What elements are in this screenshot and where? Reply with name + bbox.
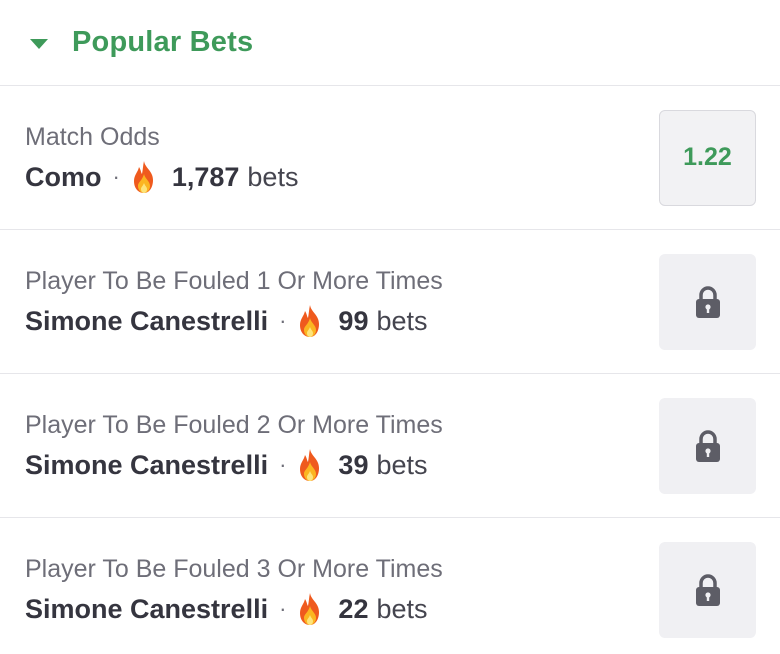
separator-dot: · — [279, 307, 287, 333]
bet-row: Player To Be Fouled 1 Or More Times Simo… — [0, 230, 780, 374]
market-name: Player To Be Fouled 2 Or More Times — [25, 410, 443, 439]
fire-icon — [300, 304, 320, 337]
bets-label: bets — [376, 593, 428, 624]
bet-info: Match Odds Como · 1,787 bets — [25, 122, 298, 194]
separator-dot: · — [112, 163, 120, 189]
bet-row: Player To Be Fouled 2 Or More Times Simo… — [0, 374, 780, 518]
caret-down-icon[interactable] — [30, 38, 48, 49]
lock-icon — [695, 285, 720, 318]
market-name: Player To Be Fouled 3 Or More Times — [25, 554, 443, 583]
odds-button[interactable]: 1.22 — [659, 109, 756, 206]
fire-icon — [300, 448, 320, 481]
bets-label: bets — [376, 449, 428, 480]
section-title: Popular Bets — [72, 26, 254, 58]
bet-row: Match Odds Como · 1,787 bets 1.22 — [0, 86, 780, 230]
selection-line: Simone Canestrelli · 99 bets — [25, 304, 443, 338]
bets-count: 1,787 — [171, 161, 240, 192]
fire-icon — [300, 592, 320, 625]
selection-name: Simone Canestrelli — [25, 449, 269, 480]
selection-line: Como · 1,787 bets — [25, 160, 298, 194]
market-name: Match Odds — [25, 122, 160, 151]
selection-line: Simone Canestrelli · 39 bets — [25, 448, 443, 482]
lock-icon — [695, 573, 720, 606]
selection-line: Simone Canestrelli · 22 bets — [25, 592, 443, 626]
market-name: Player To Be Fouled 1 Or More Times — [25, 266, 443, 295]
bets-count: 22 — [338, 593, 369, 624]
bet-row: Player To Be Fouled 3 Or More Times Simo… — [0, 518, 780, 654]
locked-odds-button[interactable] — [659, 253, 756, 350]
bet-info: Player To Be Fouled 3 Or More Times Simo… — [25, 554, 443, 626]
bet-info: Player To Be Fouled 2 Or More Times Simo… — [25, 410, 443, 482]
bets-label: bets — [376, 305, 428, 336]
fire-icon — [133, 160, 153, 193]
bets-count: 39 — [338, 449, 369, 480]
bets-count: 99 — [338, 305, 369, 336]
separator-dot: · — [279, 595, 287, 621]
selection-name: Como — [25, 161, 102, 192]
selection-name: Simone Canestrelli — [25, 593, 269, 624]
locked-odds-button[interactable] — [659, 397, 756, 494]
locked-odds-button[interactable] — [659, 541, 756, 638]
popular-bets-header[interactable]: Popular Bets — [0, 0, 780, 86]
lock-icon — [695, 429, 720, 462]
separator-dot: · — [279, 451, 287, 477]
selection-name: Simone Canestrelli — [25, 305, 269, 336]
bet-info: Player To Be Fouled 1 Or More Times Simo… — [25, 266, 443, 338]
bets-label: bets — [247, 161, 299, 192]
